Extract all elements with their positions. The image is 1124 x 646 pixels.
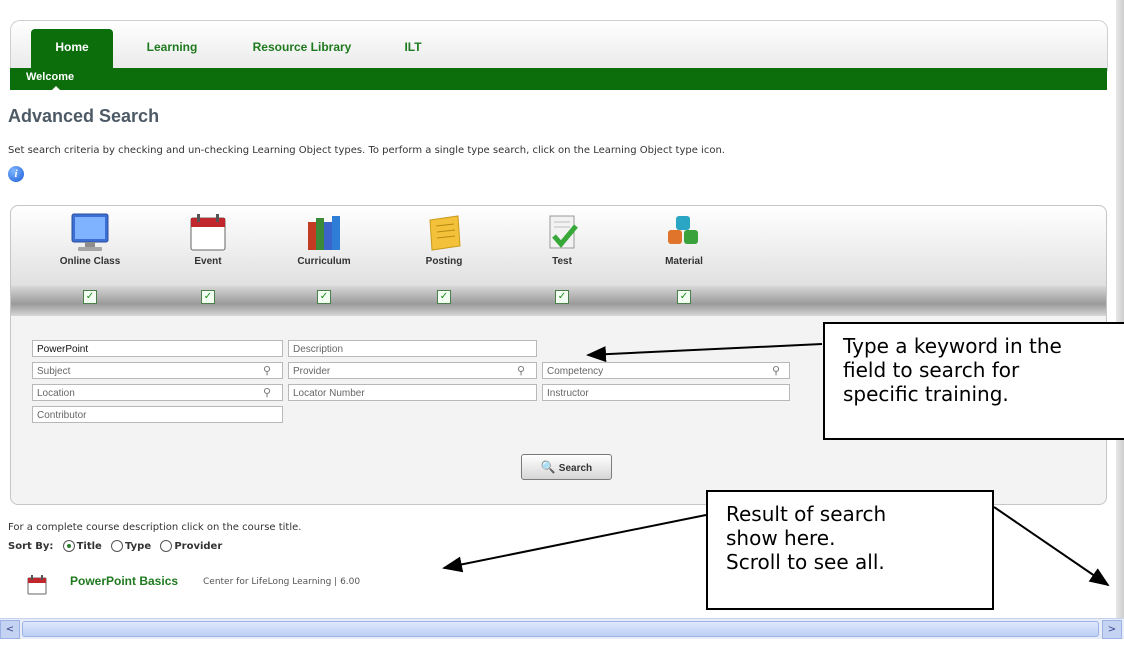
arrow-to-scrollbar [993,506,1110,587]
sort-label: Sort By: [8,541,54,552]
scroll-left-button[interactable]: < [0,620,20,639]
horizontal-scrollbar[interactable]: < > [0,618,1124,639]
subject-field[interactable]: Subject [32,362,283,379]
object-type-label: Online Class [59,256,121,267]
callout-keyword-line: field to search for [843,358,1020,382]
keyword-field[interactable]: PowerPoint [32,340,283,357]
subnav-welcome[interactable]: Welcome [26,71,74,83]
active-marker [50,86,62,92]
object-type-test[interactable]: Test ✓ [507,206,617,316]
callout-results: Result of search show here. Scroll to se… [706,490,994,610]
object-type-label: Event [194,256,222,267]
sort-option-type[interactable]: Type [125,541,151,552]
top-navigation: Home Learning Resource Library ILT [10,20,1108,71]
scroll-right-button[interactable]: > [1102,620,1122,639]
checkbox-test[interactable]: ✓ [555,290,569,304]
list-item: PowerPoint Basics Center for LifeLong Le… [26,568,426,598]
callout-keyword: Type a keyword in the field to search fo… [823,322,1124,440]
competency-lookup-icon[interactable]: ⚲ [768,363,784,378]
sort-radio-title[interactable] [62,540,75,552]
sort-option-provider[interactable]: Provider [174,541,222,552]
checklist-icon[interactable] [540,212,584,254]
books-icon[interactable] [302,212,346,254]
tab-learning[interactable]: Learning [131,29,213,69]
checkbox-event[interactable]: ✓ [201,290,215,304]
callout-keyword-line: specific training. [843,382,1009,406]
object-type-label: Posting [425,256,463,267]
object-type-label: Curriculum [297,256,351,267]
sort-option-title[interactable]: Title [77,541,102,552]
tab-resource-library[interactable]: Resource Library [233,29,371,69]
sort-radio-provider[interactable] [160,540,173,552]
checkbox-posting[interactable]: ✓ [437,290,451,304]
notepad-icon[interactable] [422,212,466,254]
browser-viewport: Home Learning Resource Library ILT Welco… [0,0,1124,646]
cubes-icon[interactable] [662,212,706,254]
search-icon: 🔍 [540,460,556,474]
checkbox-curriculum[interactable]: ✓ [317,290,331,304]
tab-home[interactable]: Home [31,29,113,69]
calendar-icon [27,575,47,595]
calendar-icon[interactable] [186,212,230,254]
sort-options: Sort By: Title Type Provider [8,540,222,552]
info-icon[interactable]: i [8,166,24,182]
arrow-to-results [442,514,707,573]
results-hint: For a complete course description click … [8,522,302,533]
callout-results-line: Scroll to see all. [726,550,885,574]
object-type-posting[interactable]: Posting ✓ [389,206,499,316]
object-type-online-class[interactable]: Online Class ✓ [35,206,145,316]
provider-field[interactable]: Provider [288,362,537,379]
callout-results-line: show here. [726,526,836,550]
object-type-material[interactable]: Material ✓ [629,206,739,316]
callout-results-line: Result of search [726,502,887,526]
checkbox-online-class[interactable]: ✓ [83,290,97,304]
object-type-event[interactable]: Event ✓ [153,206,263,316]
sub-navigation: Welcome [10,68,1107,92]
result-title-link[interactable]: PowerPoint Basics [70,574,178,588]
object-type-curriculum[interactable]: Curriculum ✓ [269,206,379,316]
provider-lookup-icon[interactable]: ⚲ [513,363,529,378]
result-provider: Center for LifeLong Learning | 6.00 [203,577,361,587]
contributor-field[interactable]: Contributor [32,406,283,423]
window-edge [1116,0,1124,620]
page-title: Advanced Search [8,106,160,126]
description-field[interactable]: Description [288,340,537,357]
page-description: Set search criteria by checking and un-c… [8,145,725,156]
location-field[interactable]: Location [32,384,283,401]
tab-ilt[interactable]: ILT [389,29,437,69]
callout-keyword-line: Type a keyword in the [843,334,1062,358]
monitor-icon[interactable] [68,212,112,254]
subject-lookup-icon[interactable]: ⚲ [259,363,275,378]
instructor-field[interactable]: Instructor [542,384,790,401]
checkbox-material[interactable]: ✓ [677,290,691,304]
search-button[interactable]: 🔍 Search [521,454,612,480]
object-type-label: Test [552,256,572,267]
object-type-label: Material [665,256,703,267]
location-lookup-icon[interactable]: ⚲ [259,385,275,400]
search-button-label: Search [558,463,593,474]
scrollbar-thumb[interactable] [22,621,1099,637]
locator-number-field[interactable]: Locator Number [288,384,537,401]
competency-field[interactable]: Competency [542,362,790,379]
sort-radio-type[interactable] [111,540,124,552]
